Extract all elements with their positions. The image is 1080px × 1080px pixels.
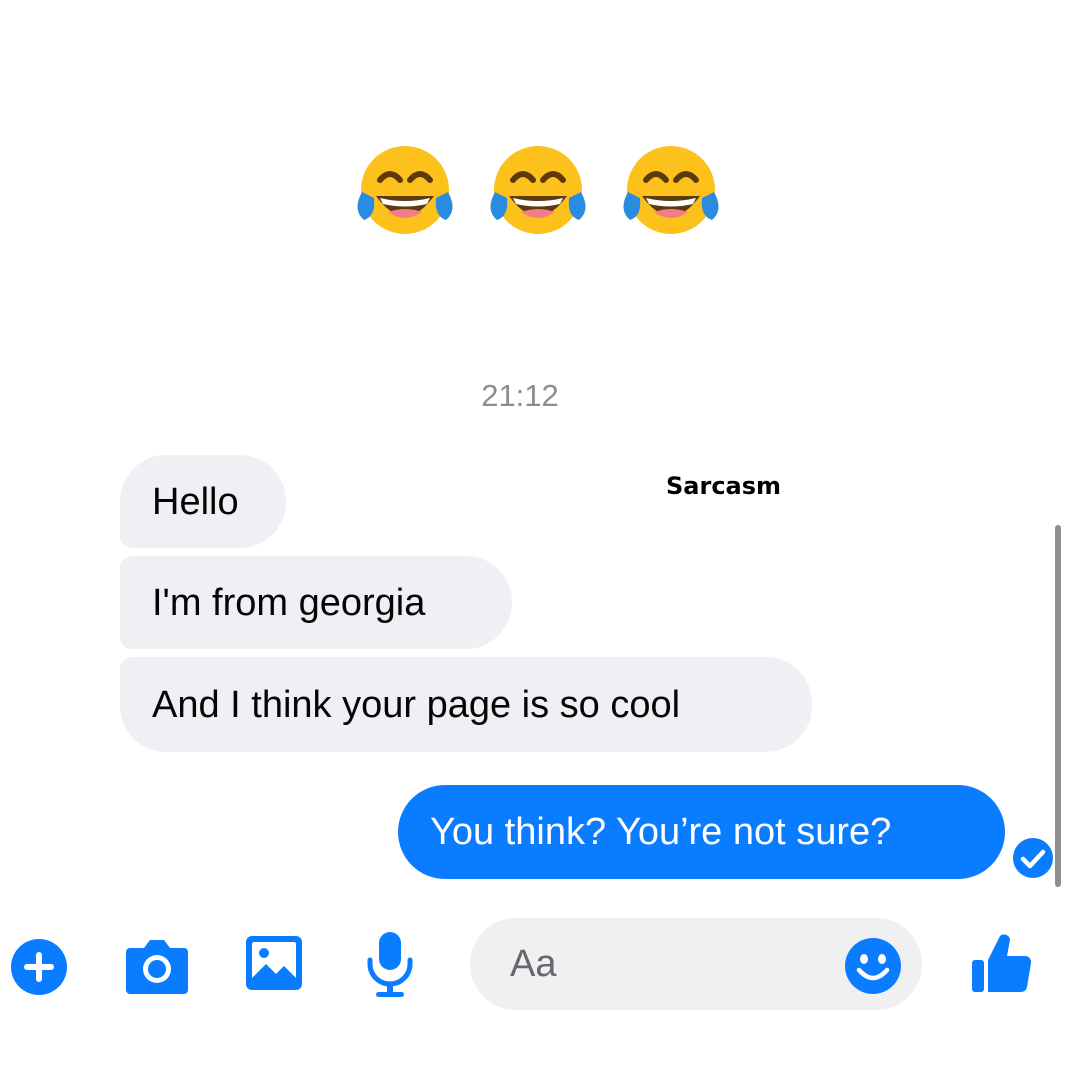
microphone-icon[interactable] [364, 930, 416, 998]
incoming-message-bubble[interactable]: I'm from georgia [120, 556, 512, 649]
message-input[interactable] [510, 918, 830, 1010]
message-text: You think? You’re not sure? [430, 811, 892, 853]
outgoing-message-bubble[interactable]: You think? You’re not sure? [398, 785, 1005, 879]
face-with-tears-of-joy-icon [357, 146, 453, 234]
message-composer[interactable] [470, 918, 922, 1010]
face-with-tears-of-joy-icon [623, 146, 719, 234]
incoming-message-bubble[interactable]: Hello [120, 455, 286, 548]
scrollbar[interactable] [1055, 525, 1061, 887]
check-circle-icon [1013, 838, 1053, 878]
face-with-tears-of-joy-icon [490, 146, 586, 234]
message-timestamp: 21:12 [481, 378, 559, 413]
emoji-row [350, 140, 730, 240]
message-text: Hello [152, 480, 239, 523]
smiley-icon[interactable] [844, 937, 902, 995]
message-text: And I think your page is so cool [152, 683, 681, 726]
incoming-message-bubble[interactable]: And I think your page is so cool [120, 657, 812, 752]
photo-icon[interactable] [244, 934, 304, 992]
caption-label: Sarcasm [666, 472, 782, 500]
plus-icon[interactable] [10, 938, 68, 996]
thumbs-up-icon[interactable] [968, 930, 1034, 996]
message-text: I'm from georgia [152, 581, 426, 624]
camera-icon[interactable] [124, 934, 190, 996]
